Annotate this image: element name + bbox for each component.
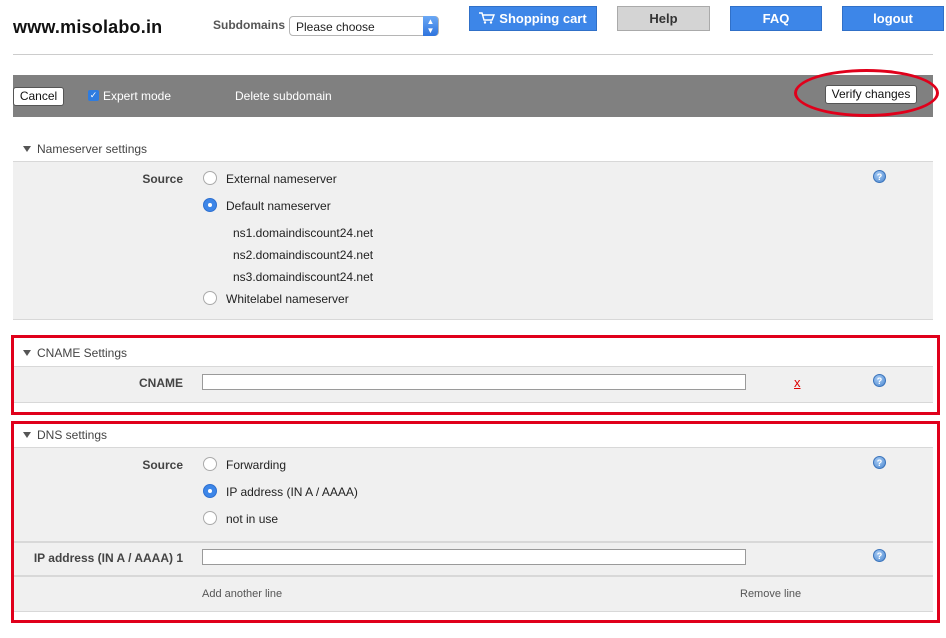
nameserver-entry: ns3.domaindiscount24.net <box>233 270 374 284</box>
highlight-box-dns <box>11 421 940 623</box>
radio-external-nameserver[interactable] <box>203 171 217 185</box>
highlight-box-cname <box>11 335 940 415</box>
delete-subdomain-link[interactable]: Delete subdomain <box>235 89 332 103</box>
logout-button[interactable]: logout <box>842 6 944 31</box>
shopping-cart-label: Shopping cart <box>499 11 587 26</box>
chevron-updown-icon: ▲ ▼ <box>423 16 438 36</box>
subdomains-select-value: Please choose <box>296 20 375 34</box>
nameserver-section-header[interactable]: Nameserver settings <box>23 142 147 156</box>
option-default-nameserver[interactable]: Default nameserver <box>226 199 331 213</box>
header-divider <box>13 54 933 55</box>
option-whitelabel-nameserver[interactable]: Whitelabel nameserver <box>226 292 349 306</box>
nameserver-entry: ns2.domaindiscount24.net <box>233 248 374 262</box>
help-icon[interactable]: ? <box>873 170 886 183</box>
expert-mode-checkbox[interactable]: ✓ <box>88 90 99 101</box>
radio-whitelabel-nameserver[interactable] <box>203 291 217 305</box>
help-button[interactable]: Help <box>617 6 710 31</box>
shopping-cart-button[interactable]: Shopping cart <box>469 6 597 31</box>
collapse-triangle-icon <box>23 146 31 152</box>
highlight-oval <box>794 69 939 117</box>
site-title: www.misolabo.in <box>13 17 163 37</box>
option-external-nameserver[interactable]: External nameserver <box>226 172 337 186</box>
cart-icon <box>479 12 496 24</box>
nameserver-entry: ns1.domaindiscount24.net <box>233 226 374 240</box>
cancel-button[interactable]: Cancel <box>13 87 64 106</box>
subdomains-select[interactable]: Please choose ▲ ▼ <box>289 16 439 36</box>
subdomains-label: Subdomains <box>213 18 286 32</box>
nameserver-source-label: Source <box>142 172 183 186</box>
expert-mode-label[interactable]: Expert mode <box>103 89 171 103</box>
faq-button[interactable]: FAQ <box>730 6 822 31</box>
radio-default-nameserver[interactable] <box>203 198 217 212</box>
nameserver-section-title: Nameserver settings <box>37 142 148 156</box>
